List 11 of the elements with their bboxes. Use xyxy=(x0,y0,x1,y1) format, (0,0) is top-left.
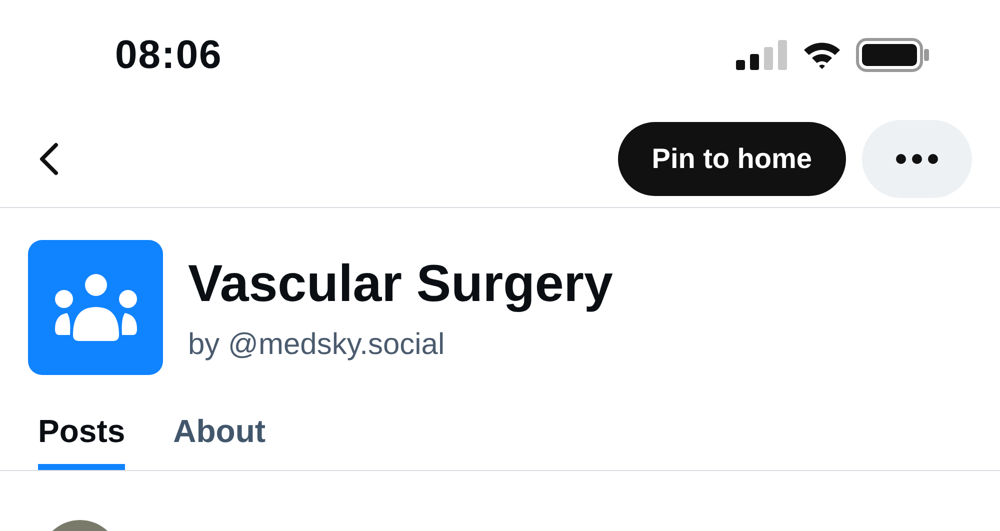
tab[interactable]: About xyxy=(173,413,266,470)
people-icon xyxy=(52,272,138,342)
wifi-icon xyxy=(802,40,842,70)
battery-icon xyxy=(856,38,930,72)
pin-to-home-button[interactable]: Pin to home xyxy=(618,122,846,196)
more-icon xyxy=(896,154,938,164)
status-time: 08:06 xyxy=(115,32,222,78)
feed-byline: by @medsky.social xyxy=(188,328,446,362)
signal-icon xyxy=(736,40,788,70)
tab[interactable]: Posts xyxy=(38,413,126,470)
feed-title: Vascular Surgery xyxy=(188,254,613,314)
